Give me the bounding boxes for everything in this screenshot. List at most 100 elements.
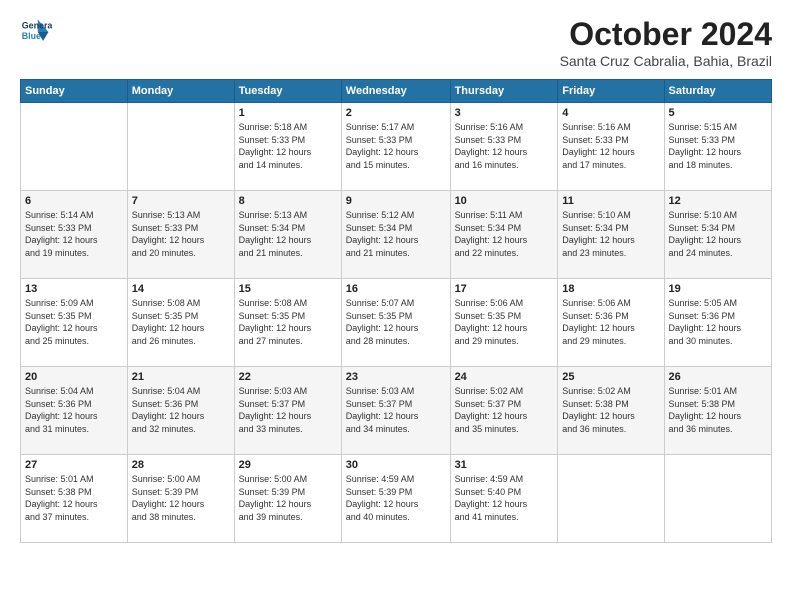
- day-detail: Sunrise: 5:13 AM Sunset: 5:33 PM Dayligh…: [132, 209, 230, 259]
- day-number: 31: [455, 459, 554, 471]
- day-detail: Sunrise: 5:04 AM Sunset: 5:36 PM Dayligh…: [132, 385, 230, 435]
- day-number: 16: [346, 283, 446, 295]
- svg-text:General: General: [22, 20, 52, 30]
- day-number: 24: [455, 371, 554, 383]
- day-detail: Sunrise: 5:00 AM Sunset: 5:39 PM Dayligh…: [239, 473, 337, 523]
- calendar-cell: 20 Sunrise: 5:04 AM Sunset: 5:36 PM Dayli…: [21, 367, 128, 455]
- calendar-cell: 22 Sunrise: 5:03 AM Sunset: 5:37 PM Dayli…: [234, 367, 341, 455]
- day-number: 10: [455, 195, 554, 207]
- day-detail: Sunrise: 5:01 AM Sunset: 5:38 PM Dayligh…: [25, 473, 123, 523]
- calendar-cell: [664, 455, 771, 543]
- day-number: 23: [346, 371, 446, 383]
- day-detail: Sunrise: 5:00 AM Sunset: 5:39 PM Dayligh…: [132, 473, 230, 523]
- calendar-cell: 9 Sunrise: 5:12 AM Sunset: 5:34 PM Daylig…: [341, 191, 450, 279]
- day-detail: Sunrise: 5:17 AM Sunset: 5:33 PM Dayligh…: [346, 121, 446, 171]
- calendar-cell: 23 Sunrise: 5:03 AM Sunset: 5:37 PM Dayli…: [341, 367, 450, 455]
- day-detail: Sunrise: 5:05 AM Sunset: 5:36 PM Dayligh…: [669, 297, 767, 347]
- day-number: 6: [25, 195, 123, 207]
- calendar-cell: 27 Sunrise: 5:01 AM Sunset: 5:38 PM Dayli…: [21, 455, 128, 543]
- calendar: SundayMondayTuesdayWednesdayThursdayFrid…: [20, 79, 772, 543]
- day-detail: Sunrise: 5:03 AM Sunset: 5:37 PM Dayligh…: [346, 385, 446, 435]
- day-detail: Sunrise: 5:10 AM Sunset: 5:34 PM Dayligh…: [562, 209, 659, 259]
- day-detail: Sunrise: 5:08 AM Sunset: 5:35 PM Dayligh…: [239, 297, 337, 347]
- calendar-cell: 12 Sunrise: 5:10 AM Sunset: 5:34 PM Dayli…: [664, 191, 771, 279]
- calendar-header-tuesday: Tuesday: [234, 80, 341, 103]
- day-number: 9: [346, 195, 446, 207]
- day-number: 12: [669, 195, 767, 207]
- day-number: 1: [239, 107, 337, 119]
- logo-icon: General Blue: [20, 16, 52, 48]
- day-detail: Sunrise: 5:09 AM Sunset: 5:35 PM Dayligh…: [25, 297, 123, 347]
- day-detail: Sunrise: 5:03 AM Sunset: 5:37 PM Dayligh…: [239, 385, 337, 435]
- day-detail: Sunrise: 5:07 AM Sunset: 5:35 PM Dayligh…: [346, 297, 446, 347]
- day-detail: Sunrise: 5:14 AM Sunset: 5:33 PM Dayligh…: [25, 209, 123, 259]
- day-detail: Sunrise: 5:06 AM Sunset: 5:36 PM Dayligh…: [562, 297, 659, 347]
- calendar-cell: 15 Sunrise: 5:08 AM Sunset: 5:35 PM Dayli…: [234, 279, 341, 367]
- calendar-cell: 11Sunrise: 5:10 AM Sunset: 5:34 PM Dayli…: [558, 191, 664, 279]
- day-number: 27: [25, 459, 123, 471]
- day-number: 22: [239, 371, 337, 383]
- calendar-cell: 17Sunrise: 5:06 AM Sunset: 5:35 PM Dayli…: [450, 279, 558, 367]
- day-detail: Sunrise: 5:16 AM Sunset: 5:33 PM Dayligh…: [562, 121, 659, 171]
- calendar-cell: 6 Sunrise: 5:14 AM Sunset: 5:33 PM Daylig…: [21, 191, 128, 279]
- day-detail: Sunrise: 5:16 AM Sunset: 5:33 PM Dayligh…: [455, 121, 554, 171]
- calendar-header-friday: Friday: [558, 80, 664, 103]
- calendar-cell: 29 Sunrise: 5:00 AM Sunset: 5:39 PM Dayli…: [234, 455, 341, 543]
- day-detail: Sunrise: 5:13 AM Sunset: 5:34 PM Dayligh…: [239, 209, 337, 259]
- day-detail: Sunrise: 5:02 AM Sunset: 5:37 PM Dayligh…: [455, 385, 554, 435]
- day-number: 30: [346, 459, 446, 471]
- day-number: 15: [239, 283, 337, 295]
- title-block: October 2024 Santa Cruz Cabralia, Bahia,…: [560, 16, 772, 69]
- calendar-cell: 5Sunrise: 5:15 AM Sunset: 5:33 PM Daylig…: [664, 103, 771, 191]
- calendar-cell: 16 Sunrise: 5:07 AM Sunset: 5:35 PM Dayli…: [341, 279, 450, 367]
- day-number: 17: [455, 283, 554, 295]
- calendar-week-4: 20 Sunrise: 5:04 AM Sunset: 5:36 PM Dayli…: [21, 367, 772, 455]
- day-number: 13: [25, 283, 123, 295]
- calendar-header-sunday: Sunday: [21, 80, 128, 103]
- calendar-cell: 26Sunrise: 5:01 AM Sunset: 5:38 PM Dayli…: [664, 367, 771, 455]
- day-number: 3: [455, 107, 554, 119]
- calendar-cell: 19Sunrise: 5:05 AM Sunset: 5:36 PM Dayli…: [664, 279, 771, 367]
- day-number: 29: [239, 459, 337, 471]
- header: General Blue October 2024 Santa Cruz Cab…: [20, 16, 772, 69]
- day-number: 7: [132, 195, 230, 207]
- day-detail: Sunrise: 5:08 AM Sunset: 5:35 PM Dayligh…: [132, 297, 230, 347]
- day-detail: Sunrise: 5:11 AM Sunset: 5:34 PM Dayligh…: [455, 209, 554, 259]
- calendar-cell: 21Sunrise: 5:04 AM Sunset: 5:36 PM Dayli…: [127, 367, 234, 455]
- day-detail: Sunrise: 5:04 AM Sunset: 5:36 PM Dayligh…: [25, 385, 123, 435]
- svg-text:Blue: Blue: [22, 31, 41, 41]
- month-title: October 2024: [560, 16, 772, 53]
- calendar-week-3: 13 Sunrise: 5:09 AM Sunset: 5:35 PM Dayli…: [21, 279, 772, 367]
- calendar-cell: [558, 455, 664, 543]
- day-detail: Sunrise: 5:10 AM Sunset: 5:34 PM Dayligh…: [669, 209, 767, 259]
- calendar-cell: 8Sunrise: 5:13 AM Sunset: 5:34 PM Daylig…: [234, 191, 341, 279]
- day-number: 20: [25, 371, 123, 383]
- calendar-week-2: 6 Sunrise: 5:14 AM Sunset: 5:33 PM Daylig…: [21, 191, 772, 279]
- calendar-cell: 10 Sunrise: 5:11 AM Sunset: 5:34 PM Dayli…: [450, 191, 558, 279]
- day-detail: Sunrise: 5:02 AM Sunset: 5:38 PM Dayligh…: [562, 385, 659, 435]
- calendar-header-wednesday: Wednesday: [341, 80, 450, 103]
- calendar-header-thursday: Thursday: [450, 80, 558, 103]
- calendar-cell: 14 Sunrise: 5:08 AM Sunset: 5:35 PM Dayli…: [127, 279, 234, 367]
- calendar-cell: [127, 103, 234, 191]
- day-detail: Sunrise: 4:59 AM Sunset: 5:39 PM Dayligh…: [346, 473, 446, 523]
- calendar-cell: 25Sunrise: 5:02 AM Sunset: 5:38 PM Dayli…: [558, 367, 664, 455]
- day-number: 18: [562, 283, 659, 295]
- logo: General Blue: [20, 16, 52, 48]
- day-detail: Sunrise: 5:12 AM Sunset: 5:34 PM Dayligh…: [346, 209, 446, 259]
- day-number: 14: [132, 283, 230, 295]
- calendar-cell: 28 Sunrise: 5:00 AM Sunset: 5:39 PM Dayli…: [127, 455, 234, 543]
- calendar-cell: [21, 103, 128, 191]
- calendar-cell: 13 Sunrise: 5:09 AM Sunset: 5:35 PM Dayli…: [21, 279, 128, 367]
- calendar-header-saturday: Saturday: [664, 80, 771, 103]
- calendar-cell: 2Sunrise: 5:17 AM Sunset: 5:33 PM Daylig…: [341, 103, 450, 191]
- calendar-cell: 24 Sunrise: 5:02 AM Sunset: 5:37 PM Dayli…: [450, 367, 558, 455]
- day-detail: Sunrise: 5:18 AM Sunset: 5:33 PM Dayligh…: [239, 121, 337, 171]
- day-detail: Sunrise: 4:59 AM Sunset: 5:40 PM Dayligh…: [455, 473, 554, 523]
- calendar-week-5: 27 Sunrise: 5:01 AM Sunset: 5:38 PM Dayli…: [21, 455, 772, 543]
- day-number: 5: [669, 107, 767, 119]
- calendar-week-1: 1 Sunrise: 5:18 AM Sunset: 5:33 PM Daylig…: [21, 103, 772, 191]
- calendar-cell: 30 Sunrise: 4:59 AM Sunset: 5:39 PM Dayli…: [341, 455, 450, 543]
- day-number: 28: [132, 459, 230, 471]
- calendar-cell: 31 Sunrise: 4:59 AM Sunset: 5:40 PM Dayli…: [450, 455, 558, 543]
